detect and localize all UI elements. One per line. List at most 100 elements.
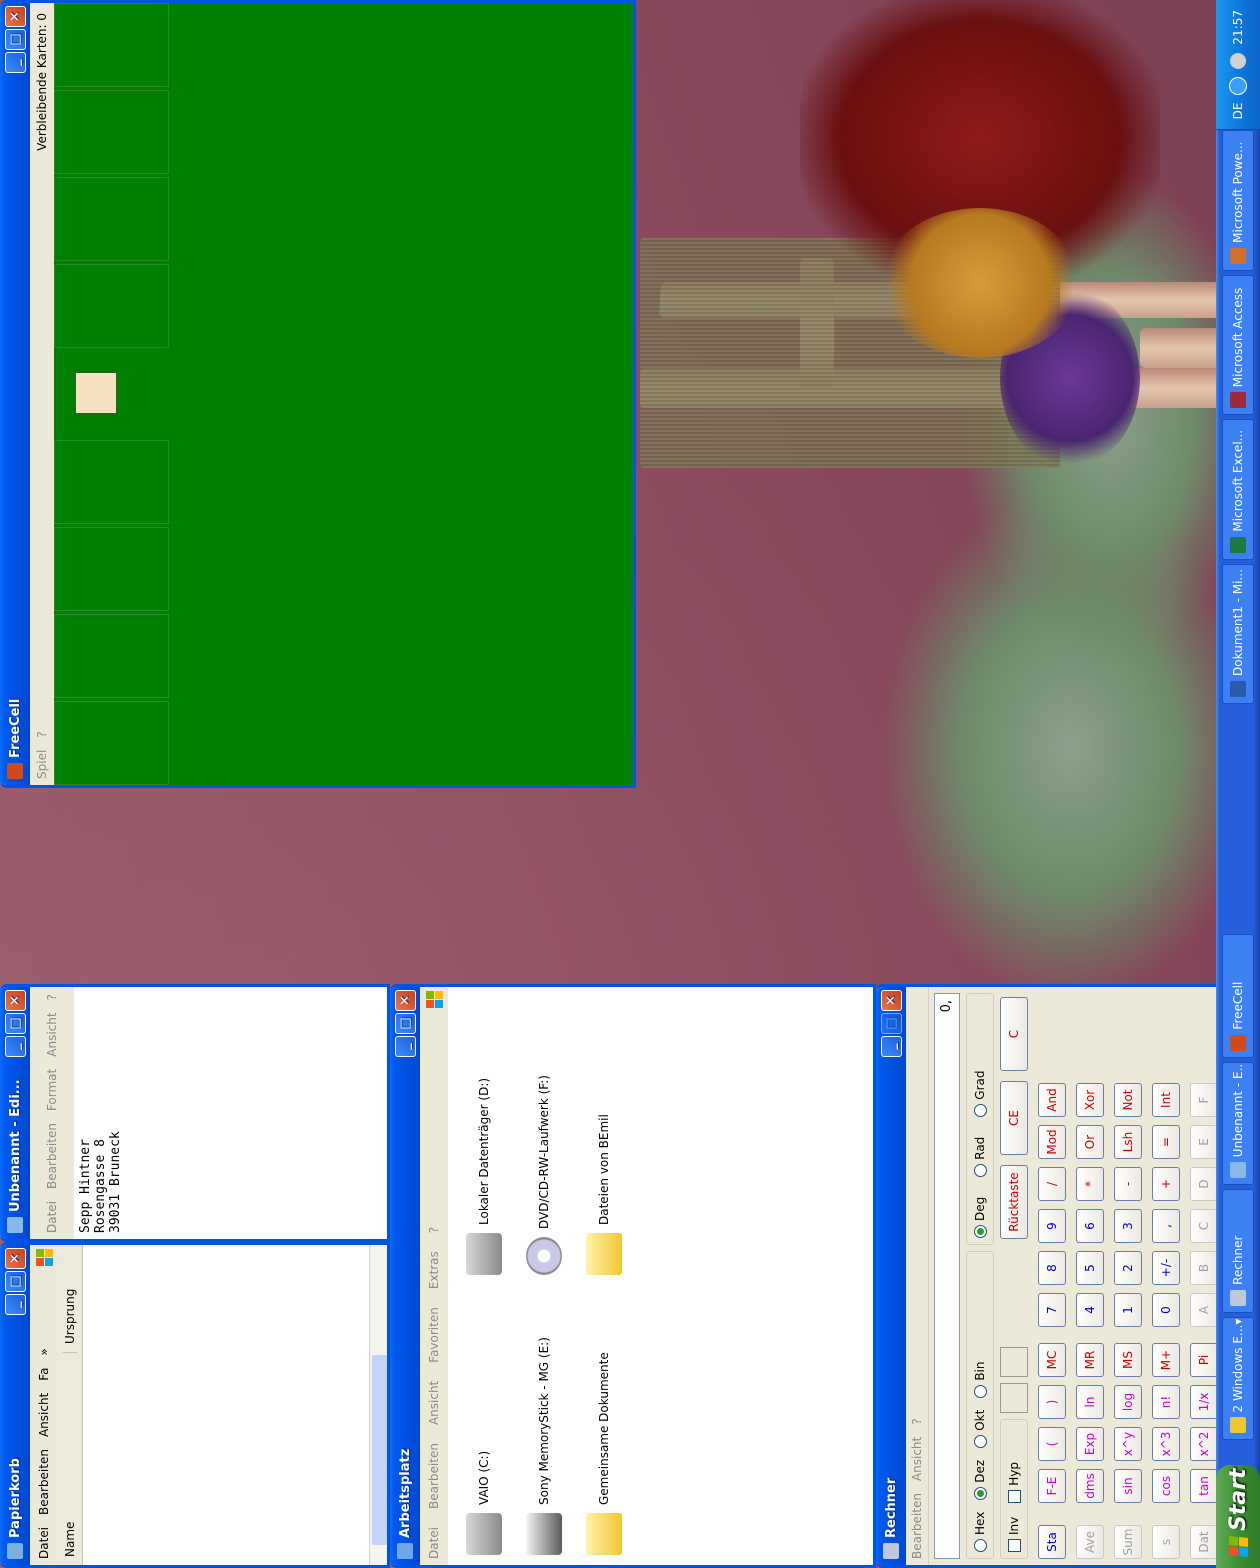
- calc-key-button[interactable]: n!: [1152, 1385, 1180, 1419]
- folder-shared-documents[interactable]: Gemeinsame Dokumente: [586, 1352, 622, 1555]
- close-button[interactable]: ✕: [4, 990, 26, 1011]
- minimize-button[interactable]: _: [4, 52, 26, 73]
- minimize-button[interactable]: _: [4, 1294, 26, 1315]
- clear-entry-button[interactable]: CE: [1000, 1081, 1028, 1155]
- minimize-button[interactable]: _: [880, 1036, 902, 1057]
- menu-ansicht[interactable]: Ansicht: [427, 1381, 441, 1425]
- taskbar-button-excel[interactable]: Microsoft Excel...: [1222, 419, 1254, 560]
- checkbox-hyp[interactable]: Hyp: [1007, 1462, 1021, 1503]
- radio-hex[interactable]: Hex: [973, 1512, 987, 1552]
- horizontal-scrollbar[interactable]: [369, 1245, 390, 1565]
- radio-bin[interactable]: Bin: [973, 1362, 987, 1398]
- speaker-icon[interactable]: [1230, 52, 1246, 69]
- calc-key-button[interactable]: 8: [1038, 1251, 1066, 1285]
- menu-ansicht[interactable]: Ansicht: [910, 1437, 924, 1481]
- free-cell-slot[interactable]: [54, 614, 169, 698]
- calc-key-button[interactable]: 3: [1114, 1209, 1142, 1243]
- taskbar-button-explorer[interactable]: 2 Windows E... ▾: [1222, 1316, 1254, 1441]
- calc-key-button[interactable]: x^y: [1114, 1427, 1142, 1461]
- menu-help[interactable]: ?: [427, 1227, 441, 1233]
- calc-key-button[interactable]: M+: [1152, 1343, 1180, 1377]
- calc-key-button[interactable]: +/-: [1152, 1251, 1180, 1285]
- menu-format[interactable]: Format: [45, 1069, 59, 1111]
- language-indicator[interactable]: DE: [1231, 103, 1245, 120]
- menu-extras[interactable]: Extras: [427, 1251, 441, 1289]
- calc-key-button[interactable]: /: [1038, 1167, 1066, 1201]
- menu-overflow[interactable]: »: [37, 1348, 51, 1355]
- column-ursprung[interactable]: Ursprung: [63, 1289, 77, 1352]
- papierkorb-list[interactable]: Name Ursprung: [58, 1245, 390, 1565]
- menu-bearbeiten[interactable]: Bearbeiten: [45, 1123, 59, 1189]
- calc-key-button[interactable]: 9: [1038, 1209, 1066, 1243]
- calc-key-button[interactable]: And: [1038, 1083, 1066, 1117]
- calc-key-button[interactable]: 2: [1114, 1251, 1142, 1285]
- calc-key-button[interactable]: MR: [1076, 1343, 1104, 1377]
- calc-key-button[interactable]: Mod: [1038, 1125, 1066, 1159]
- close-button[interactable]: ✕: [4, 1248, 26, 1269]
- close-button[interactable]: ✕: [394, 990, 416, 1011]
- calc-key-button[interactable]: 5: [1076, 1251, 1104, 1285]
- calc-key-button[interactable]: F-E: [1038, 1469, 1066, 1503]
- free-cell-slot[interactable]: [54, 701, 169, 785]
- calc-key-button[interactable]: Lsh: [1114, 1125, 1142, 1159]
- maximize-button[interactable]: □: [4, 1013, 26, 1034]
- calc-key-button[interactable]: 1/x: [1190, 1385, 1218, 1419]
- calc-key-button[interactable]: cos: [1152, 1469, 1180, 1503]
- calc-key-button[interactable]: ,: [1152, 1209, 1180, 1243]
- freecell-window[interactable]: FreeCell _ □ ✕ Spiel ? Verbleibende Kart…: [0, 0, 636, 788]
- rechner-titlebar[interactable]: Rechner _ □ ✕: [876, 987, 906, 1565]
- calc-key-button[interactable]: Pi: [1190, 1343, 1218, 1377]
- menu-bearbeiten[interactable]: Bearbeiten: [427, 1443, 441, 1509]
- calc-key-button[interactable]: Xor: [1076, 1083, 1104, 1117]
- radio-grad[interactable]: Grad: [973, 1071, 987, 1117]
- scrollbar-thumb[interactable]: [372, 1355, 387, 1545]
- calc-key-button[interactable]: ): [1038, 1385, 1066, 1419]
- foundation-slot[interactable]: [54, 177, 169, 261]
- calc-key-button[interactable]: tan: [1190, 1469, 1218, 1503]
- foundation-slot[interactable]: [54, 3, 169, 87]
- menu-help[interactable]: ?: [45, 994, 59, 1000]
- calc-key-button[interactable]: Int: [1152, 1083, 1180, 1117]
- drive-f[interactable]: DVD/CD-RW-Laufwerk (F:): [526, 1075, 562, 1275]
- menu-spiel[interactable]: Spiel: [35, 750, 49, 779]
- papierkorb-titlebar[interactable]: Papierkorb _ □ ✕: [0, 1245, 30, 1565]
- calc-key-button[interactable]: ln: [1076, 1385, 1104, 1419]
- calc-key-button[interactable]: (: [1038, 1427, 1066, 1461]
- chevron-icon[interactable]: [1229, 76, 1247, 95]
- freecell-titlebar[interactable]: FreeCell _ □ ✕: [0, 3, 30, 785]
- menu-ansicht[interactable]: Ansicht: [37, 1393, 51, 1437]
- calc-key-button[interactable]: 0: [1152, 1293, 1180, 1327]
- start-button[interactable]: Start: [1216, 1464, 1260, 1568]
- calc-key-button[interactable]: 4: [1076, 1293, 1104, 1327]
- arbeitsplatz-titlebar[interactable]: Arbeitsplatz _ □ ✕: [390, 987, 420, 1565]
- radio-okt[interactable]: Okt: [973, 1410, 987, 1448]
- calc-key-button[interactable]: Not: [1114, 1083, 1142, 1117]
- editor-text-area[interactable]: Sepp Hintner Rosengasse 8 39031 Bruneck: [74, 987, 390, 1239]
- minimize-button[interactable]: _: [394, 1036, 416, 1057]
- calc-key-button[interactable]: Sta: [1038, 1525, 1066, 1559]
- folder-bemil[interactable]: Dateien von BEmil: [586, 1114, 622, 1275]
- taskbar-button-powerpoint[interactable]: Microsoft Powe...: [1222, 130, 1254, 271]
- arbeitsplatz-window[interactable]: Arbeitsplatz _ □ ✕ Datei Bearbeiten Ansi…: [390, 984, 876, 1568]
- calc-key-button[interactable]: 6: [1076, 1209, 1104, 1243]
- rechner-window[interactable]: Rechner _ □ ✕ Bearbeiten Ansicht ? 0, He…: [876, 984, 1260, 1568]
- calc-key-button[interactable]: 7: [1038, 1293, 1066, 1327]
- drive-d[interactable]: Lokaler Datenträger (D:): [466, 1078, 502, 1275]
- menu-help[interactable]: ?: [35, 731, 49, 737]
- taskbar-button-freecell[interactable]: FreeCell: [1222, 933, 1254, 1058]
- menu-favoriten[interactable]: Favoriten: [427, 1307, 441, 1363]
- calc-key-button[interactable]: Or: [1076, 1125, 1104, 1159]
- calc-key-button[interactable]: 1: [1114, 1293, 1142, 1327]
- radio-deg[interactable]: Deg: [973, 1197, 987, 1238]
- menu-bearbeiten[interactable]: Bearbeiten: [910, 1493, 924, 1559]
- calc-key-button[interactable]: log: [1114, 1385, 1142, 1419]
- calc-key-button[interactable]: =: [1152, 1125, 1180, 1159]
- taskbar-button-editor[interactable]: Unbenannt - E...: [1222, 1061, 1254, 1186]
- maximize-button[interactable]: □: [394, 1013, 416, 1034]
- arbeitsplatz-content[interactable]: VAIO (C:) Lokaler Datenträger (D:) Sony …: [448, 987, 876, 1565]
- close-button[interactable]: ✕: [4, 6, 26, 27]
- taskbar-button-access[interactable]: Microsoft Access: [1222, 274, 1254, 416]
- radio-rad[interactable]: Rad: [973, 1137, 987, 1177]
- editor-titlebar[interactable]: Unbenannt - Edi... _ □ ✕: [0, 987, 30, 1239]
- calc-key-button[interactable]: MS: [1114, 1343, 1142, 1377]
